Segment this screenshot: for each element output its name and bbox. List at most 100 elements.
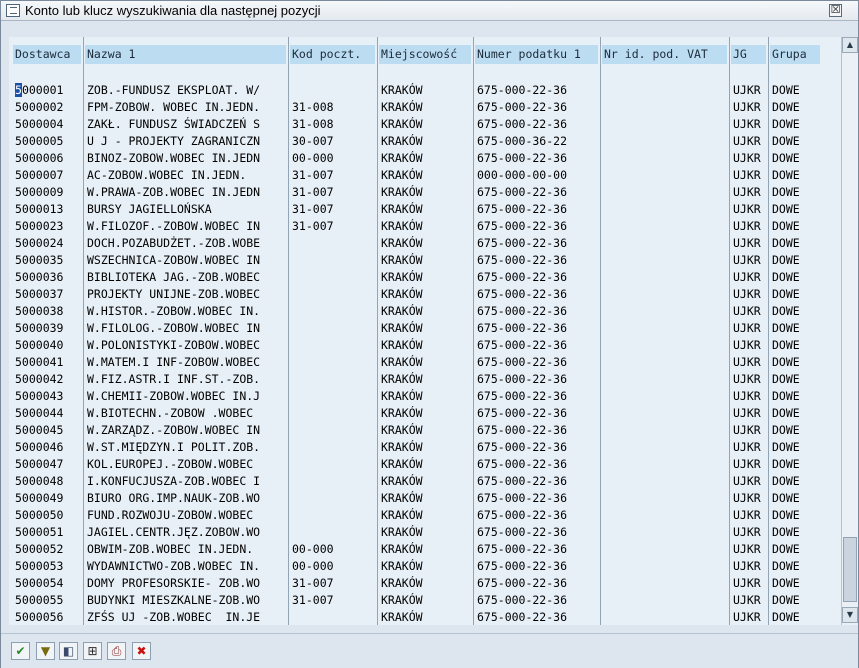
column-header-kod[interactable]: Kod poczt. [290,45,375,64]
table-row[interactable]: 5000001 ZOB.-FUNDUSZ EKSPLOAT. W/KRAKÓW 67… [9,82,841,99]
cell-vat [602,473,727,490]
table-row[interactable]: 5000048 I.KONFUCJUSZA-ZOB.WOBEC I KRAKÓW 67… [9,473,841,490]
cell-dostawca: 5000006 [15,151,64,165]
column-separator[interactable] [288,37,289,625]
column-separator[interactable] [473,37,474,625]
table-row[interactable]: 5000045 W.ZARZĄDZ.-ZOBOW.WOBEC IN KRAKÓW 67… [9,422,841,439]
column-header-dostawca[interactable]: Dostawca [13,45,81,64]
cell-numer: 675-000-22-36 [477,304,568,318]
table-row[interactable]: 5000002 FPM-ZOBOW. WOBEC IN.JEDN. 31-008 KR… [9,99,841,116]
cell-dostawca: 5000039 [15,321,64,335]
cell-grupa: DOWE [772,389,800,403]
print-button[interactable]: ⎙ [107,642,126,660]
table-row[interactable]: 5000007 AC-ZOBOW.WOBEC IN.JEDN. 31-007 KRAK… [9,167,841,184]
filter-button[interactable]: ▼ [36,642,55,660]
printer-icon: ⎙ [111,644,122,658]
cell-numer: 675-000-22-36 [477,389,568,403]
cell-grupa: DOWE [772,253,800,267]
table-row[interactable]: 5000056 ZFŚS UJ -ZOB.WOBEC IN.JE KRAKÓW 675… [9,609,841,625]
cell-kod: 31-007 [292,202,334,216]
column-header-jg[interactable]: JG [731,45,766,64]
table-row[interactable]: 5000044 W.BIOTECHN.-ZOBOW .WOBEC KRAKÓW 675… [9,405,841,422]
title-bar: Konto lub klucz wyszukiwania dla następn… [1,1,858,21]
cell-vat [602,150,727,167]
table-row[interactable]: 5000053 WYDAWNICTWO-ZOB.WOBEC IN. 00-000 KR… [9,558,841,575]
find-button[interactable]: ⊞ [83,642,102,660]
restrict-button[interactable]: ◧ [59,642,78,660]
table-row[interactable]: 5000054 DOMY PROFESORSKIE- ZOB.WO 31-007 KR… [9,575,841,592]
cell-grupa: DOWE [772,423,800,437]
table-row[interactable]: 5000036 BIBLIOTEKA JAG.-ZOB.WOBEC KRAKÓW 67… [9,269,841,286]
column-separator[interactable] [377,37,378,625]
cell-numer: 675-000-22-36 [477,474,568,488]
cell-dostawca: 5000046 [15,440,64,454]
close-icon[interactable]: ☒ [829,4,842,17]
cell-numer: 675-000-22-36 [477,287,568,301]
column-header-vat[interactable]: Nr id. pod. VAT [602,45,727,64]
cell-kod [290,456,375,473]
cell-nazwa: BUDYNKI MIESZKALNE-ZOB.WO [87,593,261,607]
column-separator[interactable] [600,37,601,625]
table-row[interactable]: 5000039 W.FILOLOG.-ZOBOW.WOBEC IN KRAKÓW 67… [9,320,841,337]
cell-grupa: DOWE [772,457,800,471]
cell-numer: 675-000-22-36 [477,508,568,522]
cell-grupa: DOWE [772,202,800,216]
table-row[interactable]: 5000052 OBWIM-ZOB.WOBEC IN.JEDN. 00-000 KRA… [9,541,841,558]
cell-kod: 31-008 [292,100,334,114]
cell-dostawca: 5000045 [15,423,64,437]
cell-kod [290,473,375,490]
column-separator[interactable] [768,37,769,625]
cell-vat [602,252,727,269]
cancel-icon: ✖ [136,644,147,658]
cell-numer: 675-000-22-36 [477,338,568,352]
table-row[interactable]: 5000051 JAGIEL.CENTR.JĘZ.ZOBOW.WO KRAKÓW 67… [9,524,841,541]
table-row[interactable]: 5000037 PROJEKTY UNIJNE-ZOB.WOBEC KRAKÓW 67… [9,286,841,303]
table-row[interactable]: 5000040 W.POLONISTYKI-ZOBOW.WOBEC KRAKÓW 67… [9,337,841,354]
table-row[interactable]: 5000005 U J - PROJEKTY ZAGRANICZN 30-007 KR… [9,133,841,150]
table-row[interactable]: 5000038 W.HISTOR.-ZOBOW.WOBEC IN. KRAKÓW 67… [9,303,841,320]
scroll-thumb[interactable] [843,537,857,602]
cell-jg: UJKR [733,457,761,471]
vertical-scrollbar[interactable]: ▲ ▼ [841,37,858,625]
table-row[interactable]: 5000004 ZAKŁ. FUNDUSZ ŚWIADCZEŃ S 31-008 KR… [9,116,841,133]
cell-nazwa: AC-ZOBOW.WOBEC IN.JEDN. [87,168,247,182]
cancel-button[interactable]: ✖ [132,642,151,660]
column-header-grupa[interactable]: Grupa [770,45,820,64]
cell-vat [602,82,727,99]
cell-grupa: DOWE [772,151,800,165]
cell-nazwa: WYDAWNICTWO-ZOB.WOBEC IN. [87,559,261,573]
table-row[interactable]: 5000041 W.MATEM.I INF-ZOBOW.WOBEC KRAKÓW 67… [9,354,841,371]
column-header-nazwa[interactable]: Nazwa 1 [85,45,286,64]
cell-nazwa: W.ZARZĄDZ.-ZOBOW.WOBEC IN [87,423,261,437]
cell-dostawca: 5000047 [15,457,64,471]
column-separator[interactable] [83,37,84,625]
cell-kod: 31-008 [292,117,334,131]
table-row[interactable]: 5000009 W.PRAWA-ZOB.WOBEC IN.JEDN 31-007 KR… [9,184,841,201]
cell-vat [602,558,727,575]
table-row[interactable]: 5000006 BINOZ-ZOBOW.WOBEC IN.JEDN 00-000 KR… [9,150,841,167]
cell-nazwa: BINOZ-ZOBOW.WOBEC IN.JEDN [87,151,261,165]
table-row[interactable]: 5000043 W.CHEMII-ZOBOW.WOBEC IN.J KRAKÓW 67… [9,388,841,405]
table-row[interactable]: 5000035 WSZECHNICA-ZOBOW.WOBEC IN KRAKÓW 67… [9,252,841,269]
table-row[interactable]: 5000042 W.FIZ.ASTR.I INF.ST.-ZOB. KRAKÓW 67… [9,371,841,388]
table-row[interactable]: 5000013 BURSY JAGIELLOŃSKA 31-007 KRAKÓW 675… [9,201,841,218]
column-separator[interactable] [729,37,730,625]
cell-miejscowosc: KRAKÓW [381,372,423,386]
column-header-numer[interactable]: Numer podatku 1 [475,45,598,64]
scroll-down-icon[interactable]: ▼ [842,607,858,623]
scroll-up-icon[interactable]: ▲ [842,37,858,53]
confirm-button[interactable]: ✔ [11,642,30,660]
table-row[interactable]: 5000047 KOL.EUROPEJ.-ZOBOW.WOBEC KRAKÓW 675… [9,456,841,473]
table-row[interactable]: 5000024 DOCH.POZABUDŻET.-ZOB.WOBE KRAKÓW 67… [9,235,841,252]
table-row[interactable]: 5000049 BIURO ORG.IMP.NAUK-ZOB.WO KRAKÓW 67… [9,490,841,507]
cell-vat [602,439,727,456]
cell-grupa: DOWE [772,508,800,522]
cell-numer: 675-000-36-22 [477,134,568,148]
table-row[interactable]: 5000055 BUDYNKI MIESZKALNE-ZOB.WO 31-007 KR… [9,592,841,609]
column-header-miejscowosc[interactable]: Miejscowość [379,45,471,64]
cell-dostawca: 5000049 [15,491,64,505]
table-row[interactable]: 5000046 W.ST.MIĘDZYN.I POLIT.ZOB. KRAKÓW 67… [9,439,841,456]
table-row[interactable]: 5000023 W.FILOZOF.-ZOBOW.WOBEC IN 31-007 KR… [9,218,841,235]
column-header-row: Dostawca Nazwa 1 Kod poczt. Miejscowość Nume… [9,45,841,64]
table-row[interactable]: 5000050 FUND.ROZWOJU-ZOBOW.WOBEC KRAKÓW 675… [9,507,841,524]
